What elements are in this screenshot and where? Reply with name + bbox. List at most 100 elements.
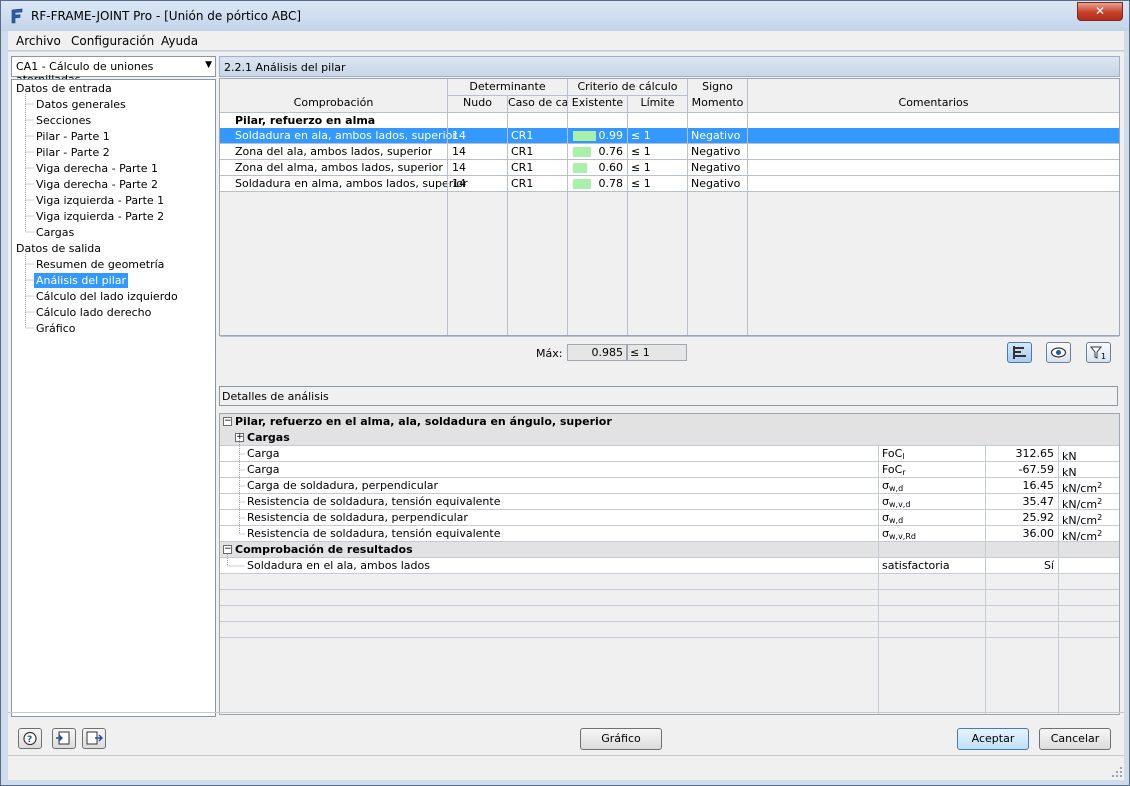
title-bar: RF-FRAME-JOINT Pro - [Unión de pórtico A…: [1, 1, 1129, 31]
tree-item-viga-derecha-1[interactable]: Viga derecha - Parte 1: [36, 161, 158, 176]
row-limit: ≤ 1: [631, 129, 651, 142]
row-ratio: 0.99: [598, 129, 624, 142]
row-signo: Negativo: [691, 161, 741, 174]
row-name: Zona del alma, ambos lados, superior: [235, 161, 443, 174]
row-ratio: 0.76: [598, 145, 624, 158]
navigator-tree: Datos de entrada Datos generales Seccion…: [11, 79, 216, 717]
client-area: CA1 - Cálculo de uniones atornilladas ▼: [8, 52, 1124, 780]
tree-output-data[interactable]: Datos de salida: [16, 241, 101, 256]
row-caso: CR1: [511, 161, 534, 174]
group-label: Pilar, refuerzo en alma: [235, 114, 376, 127]
filter-icon: 1: [1089, 346, 1106, 361]
help-button[interactable]: ?: [18, 728, 42, 749]
footer-divider: [8, 712, 1124, 713]
max-limit: ≤ 1: [627, 344, 687, 361]
export-button[interactable]: [52, 728, 76, 749]
col-momento: Momento: [691, 96, 744, 109]
row-limit: ≤ 1: [631, 177, 651, 190]
col-nudo: Nudo: [463, 96, 492, 109]
row-divider: [220, 175, 1119, 176]
cancelar-button[interactable]: Cancelar: [1039, 728, 1111, 750]
row-signo: Negativo: [691, 145, 741, 158]
row-nudo: 14: [452, 129, 466, 142]
menu-archivo[interactable]: Archivo: [16, 34, 61, 48]
filter-button[interactable]: 1: [1086, 342, 1111, 363]
aceptar-button[interactable]: Aceptar: [957, 728, 1029, 750]
col-divider: [447, 79, 448, 335]
help-icon: ?: [23, 731, 37, 746]
col-comentarios: Comentarios: [898, 96, 969, 109]
row-caso: CR1: [511, 145, 534, 158]
row-divider: [220, 159, 1119, 160]
tree-item-analisis-pilar[interactable]: Análisis del pilar: [34, 273, 129, 288]
menu-bar: Archivo Configuración Ayuda: [8, 31, 1124, 51]
close-button[interactable]: ✕: [1077, 2, 1123, 21]
col-limite: Límite: [640, 96, 675, 109]
grafico-button[interactable]: Gráfico: [580, 728, 662, 750]
export-icon: [56, 731, 70, 745]
row-name: Soldadura en alma, ambos lados, superior: [235, 177, 468, 190]
tree-item-datos-generales[interactable]: Datos generales: [36, 97, 126, 112]
row-caso: CR1: [511, 129, 534, 142]
row-name: Zona del ala, ambos lados, superior: [235, 145, 433, 158]
show-visualization-button[interactable]: [1046, 342, 1071, 363]
col-signo: Signo: [702, 80, 733, 93]
tree-item-secciones[interactable]: Secciones: [36, 113, 91, 128]
row-name: Soldadura en ala, ambos lados, superior: [235, 129, 457, 142]
row-nudo: 14: [452, 161, 466, 174]
tree-item-resumen-geometria[interactable]: Resumen de geometría: [36, 257, 164, 272]
tree-item-viga-izquierda-2[interactable]: Viga izquierda - Parte 2: [36, 209, 164, 224]
tree-item-pilar-parte-1[interactable]: Pilar - Parte 1: [36, 129, 110, 144]
col-divider: [507, 96, 508, 335]
details-title: Detalles de análisis: [222, 390, 329, 403]
tree-item-grafico[interactable]: Gráfico: [36, 321, 76, 336]
app-icon: [11, 8, 23, 24]
row-caso: CR1: [511, 177, 534, 190]
col-caso: Caso de car: [508, 96, 567, 109]
col-criterio: Criterio de cálculo: [577, 80, 678, 93]
col-existente: Existente: [571, 96, 624, 109]
max-divider: [220, 336, 1119, 337]
col-divider: [627, 96, 628, 335]
menu-ayuda[interactable]: Ayuda: [161, 34, 198, 48]
row-signo: Negativo: [691, 129, 741, 142]
tree-item-cargas[interactable]: Cargas: [36, 225, 74, 240]
tree-item-calculo-derecho[interactable]: Cálculo lado derecho: [36, 305, 151, 320]
chevron-down-icon: ▼: [205, 60, 212, 70]
main-window: RF-FRAME-JOINT Pro - [Unión de pórtico A…: [0, 0, 1130, 786]
row-ratio: 0.78: [598, 177, 624, 190]
results-table: Comprobación Determinante Nudo Caso de c…: [219, 78, 1120, 363]
details-header: Detalles de análisis: [219, 386, 1118, 406]
menu-configuracion[interactable]: Configuración: [71, 34, 154, 48]
table-view-button[interactable]: [1007, 342, 1032, 363]
row-divider: [220, 143, 1119, 144]
case-select[interactable]: CA1 - Cálculo de uniones atornilladas ▼: [11, 56, 216, 86]
svg-text:?: ?: [27, 735, 32, 745]
row-limit: ≤ 1: [631, 161, 651, 174]
svg-text:1: 1: [1101, 352, 1106, 361]
col-divider: [687, 79, 688, 335]
tree-input-data[interactable]: Datos de entrada: [16, 81, 112, 96]
details-gridlines: [220, 440, 1119, 714]
row-nudo: 14: [452, 177, 466, 190]
tree-item-viga-derecha-2[interactable]: Viga derecha - Parte 2: [36, 177, 158, 192]
max-label: Máx:: [536, 347, 563, 360]
row-signo: Negativo: [691, 177, 741, 190]
tree-item-pilar-parte-2[interactable]: Pilar - Parte 2: [36, 145, 110, 160]
col-divider: [567, 79, 568, 335]
status-bar-divider: [8, 755, 1124, 756]
tree-item-calculo-izquierdo[interactable]: Cálculo del lado izquierdo: [36, 289, 178, 304]
col-comprobacion: Comprobación: [293, 96, 374, 109]
col-determinante: Determinante: [469, 80, 546, 93]
max-value: 0.985: [567, 344, 627, 361]
import-icon: [86, 731, 103, 745]
row-divider: [220, 191, 1119, 192]
panel-header: 2.2.1 Análisis del pilar: [219, 56, 1120, 77]
window-title: RF-FRAME-JOINT Pro - [Unión de pórtico A…: [31, 9, 302, 23]
resize-grip-icon[interactable]: [1112, 767, 1122, 777]
row-ratio: 0.60: [598, 161, 624, 174]
tree-item-viga-izquierda-1[interactable]: Viga izquierda - Parte 1: [36, 193, 164, 208]
col-divider: [747, 79, 748, 335]
import-button[interactable]: [82, 728, 106, 749]
row-limit: ≤ 1: [631, 145, 651, 158]
